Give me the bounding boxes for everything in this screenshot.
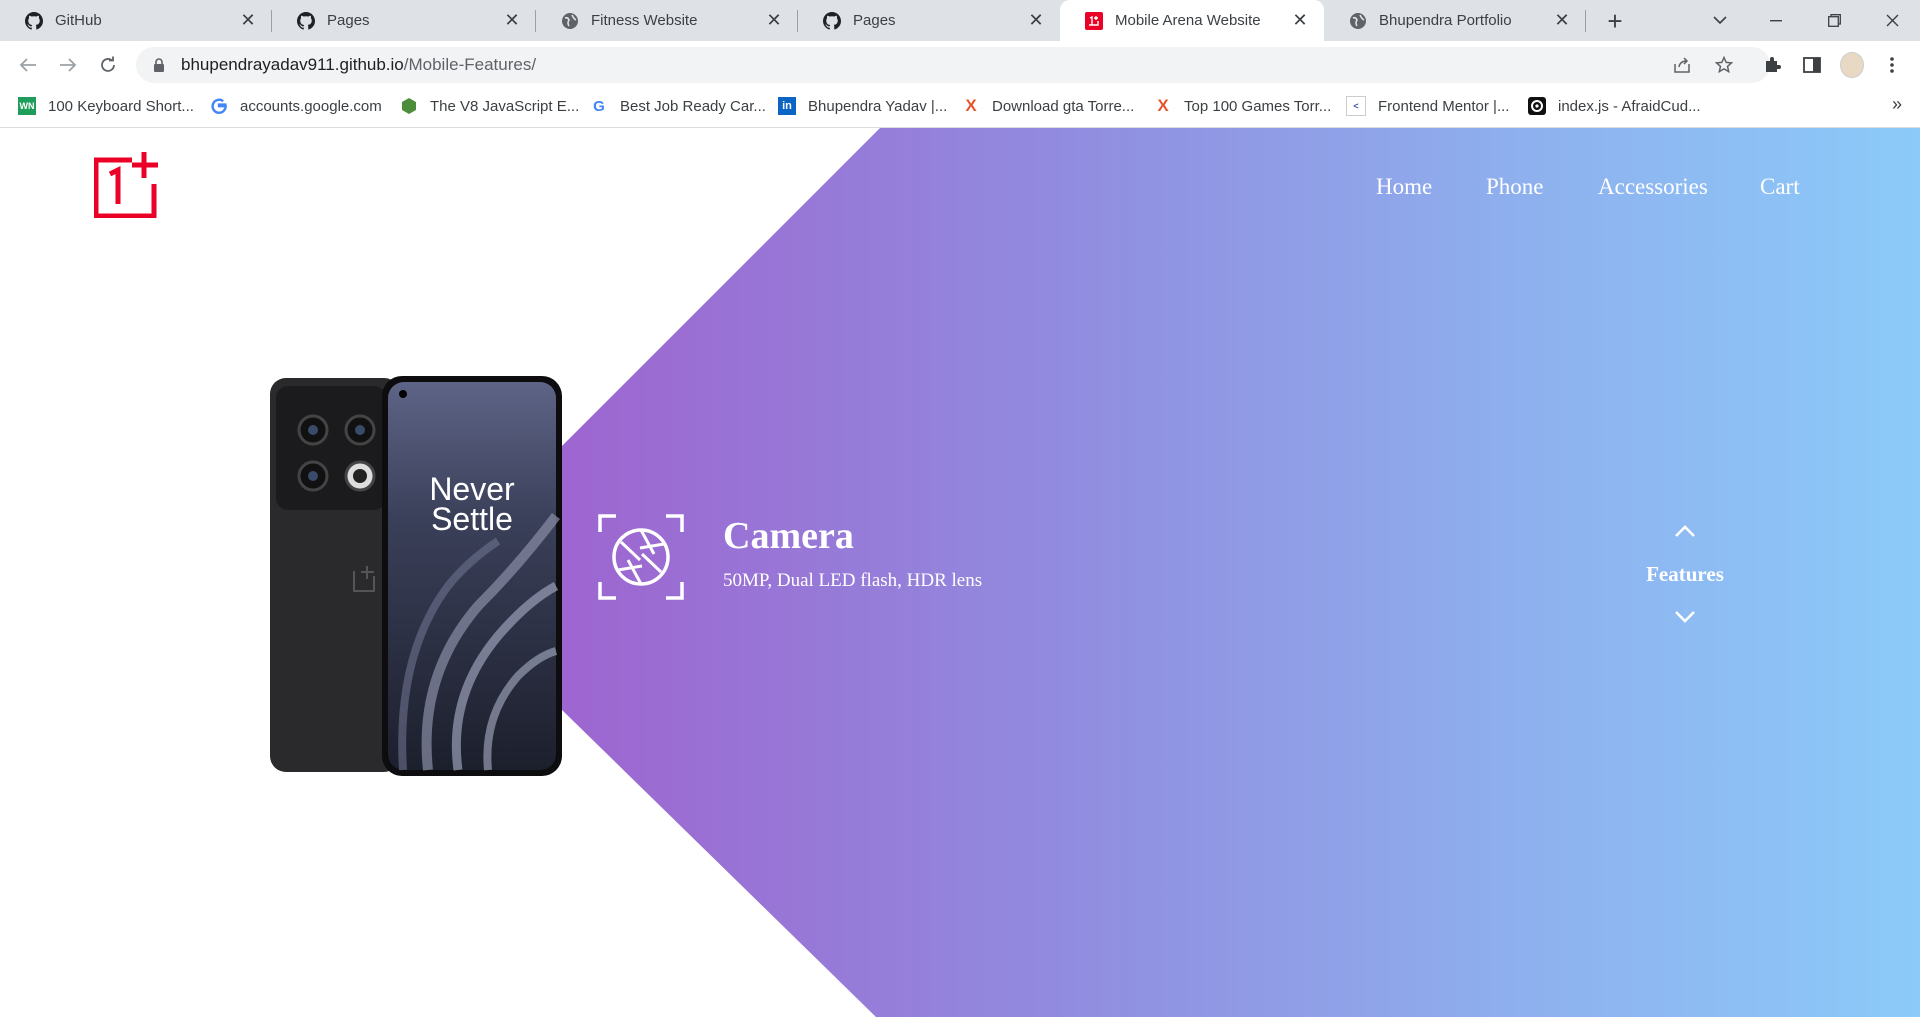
minimize-button[interactable]: [1748, 0, 1804, 41]
bookmark-item[interactable]: < Frontend Mentor |...: [1346, 89, 1509, 123]
bookmark-item[interactable]: The V8 JavaScript E...: [400, 89, 579, 123]
bookmark-item[interactable]: WN 100 Keyboard Short...: [18, 89, 194, 123]
tab-pages-2[interactable]: Pages ✕: [798, 0, 1060, 41]
bookmark-label: The V8 JavaScript E...: [430, 97, 580, 115]
extensions-icon[interactable]: [1760, 53, 1784, 77]
oneplus-favicon: [1084, 11, 1103, 30]
globe-icon: [1348, 11, 1367, 30]
tab-strip: GitHub ✕ Pages ✕ Fitness Website ✕ Pages…: [0, 0, 1920, 41]
tab-pages[interactable]: Pages ✕: [272, 0, 536, 41]
bookmark-label: Top 100 Games Torr...: [1184, 97, 1332, 115]
bookmark-item[interactable]: X Top 100 Games Torr...: [1154, 89, 1331, 123]
github-icon: [822, 11, 841, 30]
star-icon[interactable]: [1714, 55, 1734, 75]
feature-title: Camera: [723, 515, 854, 557]
tab-title: Bhupendra Portfolio: [1379, 12, 1512, 29]
more-bookmarks-icon[interactable]: »: [1892, 94, 1902, 115]
x-icon: X: [1157, 96, 1169, 115]
tab-title: Fitness Website: [591, 12, 698, 29]
bookmark-label: accounts.google.com: [240, 97, 382, 115]
tab-bhupendra-portfolio[interactable]: Bhupendra Portfolio ✕: [1324, 0, 1586, 41]
github-icon: [24, 11, 43, 30]
bookmark-item[interactable]: accounts.google.com: [210, 89, 382, 123]
close-icon[interactable]: ✕: [238, 10, 258, 31]
bookmark-label: Best Job Ready Car...: [620, 97, 766, 115]
globe-icon: [560, 11, 579, 30]
side-panel-icon[interactable]: [1800, 53, 1824, 77]
bookmarks-bar: WN 100 Keyboard Short... accounts.google…: [0, 89, 1920, 128]
bookmark-label: 100 Keyboard Short...: [48, 97, 194, 115]
feature-description: 50MP, Dual LED flash, HDR lens: [723, 570, 983, 591]
nav-accessories[interactable]: Accessories: [1598, 174, 1708, 200]
close-icon[interactable]: ✕: [1290, 10, 1310, 31]
web-page: Home Phone Accessories Cart Never Settle…: [0, 128, 1920, 1017]
g-icon: G: [593, 97, 605, 115]
replit-icon: [1528, 97, 1546, 115]
wn-icon: WN: [18, 97, 36, 115]
tab-title: Pages: [853, 12, 896, 29]
share-icon[interactable]: [1672, 55, 1692, 75]
chevron-down-icon[interactable]: [1671, 608, 1699, 626]
browser-toolbar: bhupendrayadav911.github.io/Mobile-Featu…: [0, 41, 1920, 89]
tab-title: Pages: [327, 12, 370, 29]
v8-icon: [400, 97, 418, 115]
back-button[interactable]: [12, 49, 44, 81]
tab-title: Mobile Arena Website: [1115, 12, 1261, 29]
forward-button[interactable]: [52, 49, 84, 81]
bookmark-item[interactable]: G Best Job Ready Car...: [590, 89, 766, 123]
menu-icon[interactable]: [1880, 53, 1904, 77]
bookmark-item[interactable]: in Bhupendra Yadav |...: [778, 89, 947, 123]
phone-screen-text-2: Settle: [431, 501, 513, 537]
features-label: Features: [1646, 562, 1724, 586]
bookmark-label: Bhupendra Yadav |...: [808, 97, 948, 115]
url-text: bhupendrayadav911.github.io/Mobile-Featu…: [181, 55, 536, 75]
bookmark-item[interactable]: index.js - AfraidCud...: [1528, 89, 1701, 123]
tab-github[interactable]: GitHub ✕: [0, 0, 272, 41]
reload-button[interactable]: [92, 49, 124, 81]
nav-cart[interactable]: Cart: [1760, 174, 1800, 200]
tab-fitness-website[interactable]: Fitness Website ✕: [536, 0, 798, 41]
tab-mobile-arena-website[interactable]: Mobile Arena Website ✕: [1060, 0, 1324, 41]
close-icon[interactable]: ✕: [502, 10, 522, 31]
close-icon[interactable]: ✕: [1552, 10, 1572, 31]
close-window-button[interactable]: [1864, 0, 1920, 41]
bookmark-item[interactable]: X Download gta Torre...: [962, 89, 1134, 123]
nav-home[interactable]: Home: [1376, 174, 1432, 200]
avatar: [1840, 52, 1864, 78]
profile-avatar[interactable]: [1840, 52, 1864, 78]
linkedin-icon: in: [778, 97, 796, 115]
new-tab-button[interactable]: +: [1600, 6, 1630, 36]
close-icon[interactable]: ✕: [1026, 10, 1046, 31]
bookmark-label: Download gta Torre...: [992, 97, 1135, 115]
phone-image: Never Settle: [268, 376, 564, 776]
url-path: /Mobile-Features/: [403, 55, 537, 74]
address-bar[interactable]: bhupendrayadav911.github.io/Mobile-Featu…: [136, 47, 1770, 83]
frontendmentor-icon: <: [1346, 96, 1366, 116]
github-icon: [296, 11, 315, 30]
google-icon: [210, 97, 228, 115]
bookmark-label: index.js - AfraidCud...: [1558, 97, 1701, 115]
bookmark-label: Frontend Mentor |...: [1378, 97, 1510, 115]
url-host: bhupendrayadav911.github.io: [181, 55, 404, 74]
tab-search-chevron-icon[interactable]: [1692, 0, 1748, 41]
tab-title: GitHub: [55, 12, 102, 29]
camera-aperture-icon: [598, 514, 684, 600]
x-icon: X: [965, 96, 977, 115]
lock-icon[interactable]: [151, 57, 167, 73]
oneplus-logo[interactable]: [93, 152, 164, 219]
nav-phone[interactable]: Phone: [1486, 174, 1544, 200]
chevron-up-icon[interactable]: [1671, 522, 1699, 540]
tab-separator: [1585, 10, 1586, 32]
restore-button[interactable]: [1806, 0, 1862, 41]
close-icon[interactable]: ✕: [764, 10, 784, 31]
